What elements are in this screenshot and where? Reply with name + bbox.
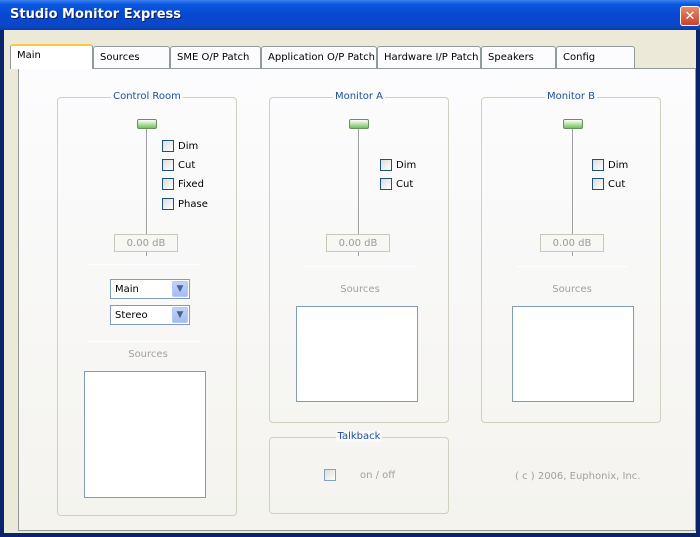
chevron-down-icon[interactable]: ▼ <box>172 281 188 297</box>
checkbox-box[interactable] <box>380 178 392 190</box>
talkback-group: Talkback on / off <box>269 431 449 514</box>
tab-label: Config <box>563 52 596 63</box>
control-room-title: Control Room <box>111 91 183 102</box>
control-room-cut-checkbox[interactable]: Cut <box>162 159 195 171</box>
monitor-a-title-wrap: Monitor A <box>270 91 448 102</box>
checkbox-box[interactable] <box>592 178 604 190</box>
chevron-down-icon[interactable]: ▼ <box>172 307 188 323</box>
monitor-b-sources-list[interactable] <box>512 306 634 402</box>
talkback-toggle[interactable]: on / off <box>324 469 395 481</box>
client-area: Main Sources SME O/P Patch Application O… <box>4 30 696 533</box>
monitor-b-cut-checkbox[interactable]: Cut <box>592 178 625 190</box>
control-room-fixed-checkbox[interactable]: Fixed <box>162 178 204 190</box>
control-room-level-fader[interactable] <box>137 119 157 129</box>
checkbox-box[interactable] <box>162 159 174 171</box>
control-room-phase-checkbox[interactable]: Phase <box>162 198 208 210</box>
tab-label: SME O/P Patch <box>177 52 250 63</box>
window-title: Studio Monitor Express <box>10 7 181 22</box>
close-icon: ✕ <box>684 8 696 24</box>
checkbox-box[interactable] <box>162 140 174 152</box>
control-room-level-readout: 0.00 dB <box>114 234 178 252</box>
tab-label: Main <box>17 50 41 61</box>
monitor-a-cut-checkbox[interactable]: Cut <box>380 178 413 190</box>
checkbox-label: Dim <box>396 159 417 171</box>
select-value: Main <box>115 283 139 295</box>
separator <box>516 266 628 267</box>
monitor-a-level-fader[interactable] <box>349 119 369 129</box>
checkbox-label: Fixed <box>178 178 204 190</box>
copyright-text: ( c ) 2006, Euphonix, Inc. <box>515 471 641 482</box>
control-room-group: Control Room Dim Cut Fixed Phase 0.00 dB… <box>57 91 237 516</box>
monitor-b-level-readout: 0.00 dB <box>540 234 604 252</box>
tab-sme-op-patch[interactable]: SME O/P Patch <box>170 46 261 68</box>
monitor-b-title: Monitor B <box>544 91 598 102</box>
select-value: Stereo <box>115 309 148 321</box>
tab-strip: Main Sources SME O/P Patch Application O… <box>10 44 690 69</box>
checkbox-box[interactable] <box>592 159 604 171</box>
monitor-a-dim-checkbox[interactable]: Dim <box>380 159 416 171</box>
control-room-title-wrap: Control Room <box>58 91 236 102</box>
talkback-title-wrap: Talkback <box>270 431 448 442</box>
control-room-dim-checkbox[interactable]: Dim <box>162 140 198 152</box>
monitor-b-dim-checkbox[interactable]: Dim <box>592 159 628 171</box>
separator <box>88 264 200 265</box>
separator <box>88 341 200 342</box>
tab-main[interactable]: Main <box>10 44 93 69</box>
talkback-toggle-label: on / off <box>360 469 396 481</box>
talkback-checkbox[interactable] <box>324 469 336 481</box>
tab-label: Application O/P Patch <box>268 52 375 63</box>
checkbox-label: Cut <box>608 178 626 190</box>
separator <box>302 266 416 267</box>
checkbox-label: Dim <box>608 159 629 171</box>
tab-speakers[interactable]: Speakers <box>481 46 556 68</box>
control-room-output-select[interactable]: Main ▼ <box>110 279 190 299</box>
checkbox-label: Cut <box>396 178 414 190</box>
tab-label: Sources <box>100 52 140 63</box>
monitor-a-level-readout: 0.00 dB <box>326 234 390 252</box>
tab-config[interactable]: Config <box>556 46 635 68</box>
checkbox-box[interactable] <box>380 159 392 171</box>
control-room-format-select[interactable]: Stereo ▼ <box>110 305 190 325</box>
close-button[interactable]: ✕ <box>680 6 700 26</box>
control-room-sources-label: Sources <box>128 349 168 360</box>
tab-panel-main: Control Room Dim Cut Fixed Phase 0.00 dB… <box>18 68 696 531</box>
tab-application-op-patch[interactable]: Application O/P Patch <box>261 46 377 68</box>
checkbox-box[interactable] <box>162 178 174 190</box>
monitor-b-group: Monitor B Dim Cut 0.00 dB Sources <box>481 91 661 423</box>
monitor-a-sources-list[interactable] <box>296 306 418 402</box>
monitor-a-sources-label: Sources <box>340 284 380 295</box>
main-window: Studio Monitor Express ✕ Main Sources SM… <box>0 0 700 537</box>
tab-hardware-ip-patch[interactable]: Hardware I/P Patch <box>377 46 481 68</box>
tab-sources[interactable]: Sources <box>93 46 170 68</box>
tab-label: Speakers <box>488 52 534 63</box>
monitor-b-title-wrap: Monitor B <box>482 91 660 102</box>
monitor-b-level-fader[interactable] <box>563 119 583 129</box>
monitor-b-sources-label: Sources <box>552 284 592 295</box>
control-room-sources-list[interactable] <box>84 371 206 498</box>
checkbox-label: Dim <box>178 140 199 152</box>
tab-label: Hardware I/P Patch <box>384 52 479 63</box>
talkback-title: Talkback <box>335 431 383 442</box>
checkbox-label: Cut <box>178 159 196 171</box>
monitor-a-title: Monitor A <box>332 91 386 102</box>
monitor-a-group: Monitor A Dim Cut 0.00 dB Sources <box>269 91 449 423</box>
title-bar[interactable]: Studio Monitor Express ✕ <box>0 0 700 30</box>
checkbox-label: Phase <box>178 198 208 210</box>
checkbox-box[interactable] <box>162 198 174 210</box>
